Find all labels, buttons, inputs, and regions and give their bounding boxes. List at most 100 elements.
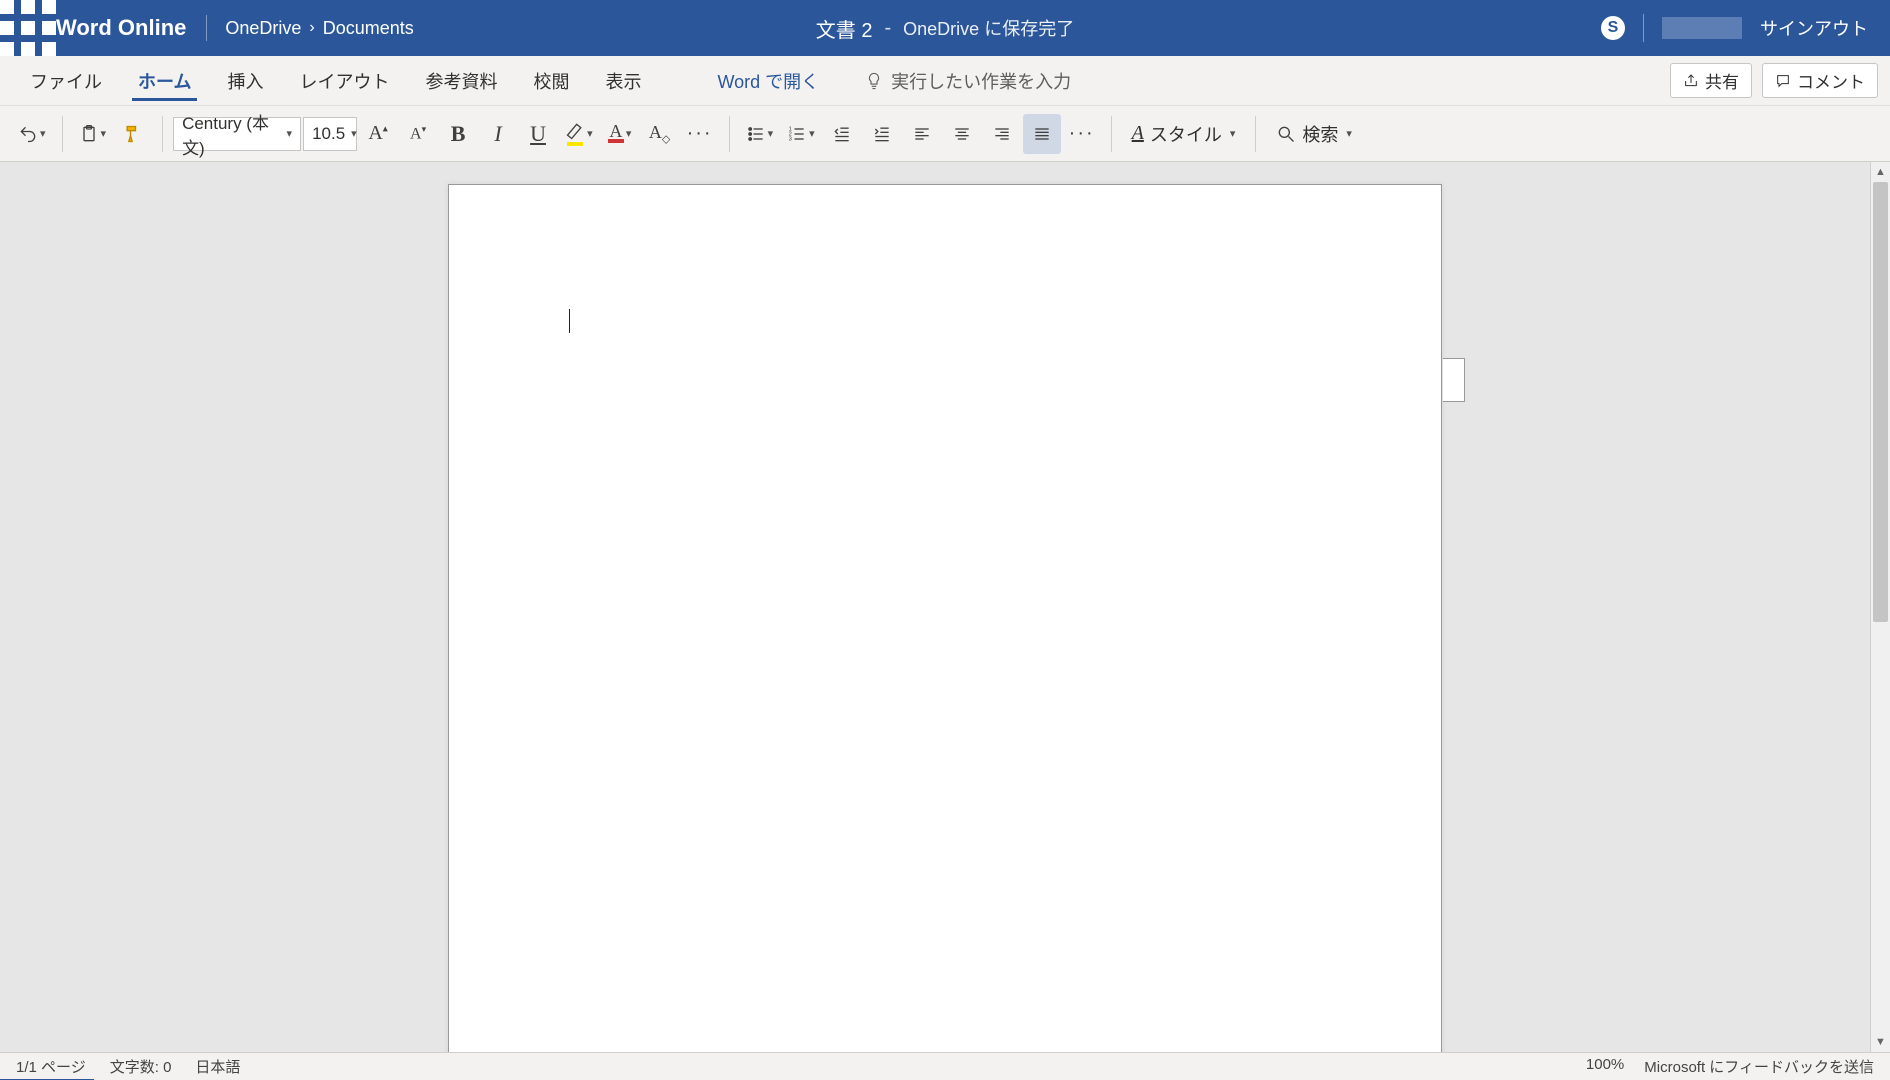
underline-button[interactable]: U (519, 114, 557, 154)
separator (729, 116, 730, 152)
font-name-select[interactable]: Century (本文) ▾ (173, 117, 301, 151)
separator (1111, 116, 1112, 152)
bullets-button[interactable]: ▾ (740, 114, 780, 154)
chevron-down-icon: ▾ (1346, 127, 1352, 140)
chevron-down-icon: ▾ (351, 127, 357, 140)
more-paragraph-button[interactable]: ··· (1063, 114, 1101, 154)
share-label: 共有 (1705, 68, 1739, 93)
tab-view[interactable]: 表示 (587, 56, 659, 106)
open-in-word[interactable]: Word で開く (699, 56, 837, 106)
feedback-link[interactable]: Microsoft にフィードバックを送信 (1644, 1056, 1874, 1077)
lightbulb-icon (865, 72, 883, 90)
numbering-button[interactable]: 123 ▾ (781, 114, 821, 154)
status-bar: 1/1 ページ 文字数: 0 日本語 100% Microsoft にフィードバ… (0, 1052, 1890, 1080)
scrollbar-thumb[interactable] (1873, 182, 1888, 622)
ellipsis-icon: ··· (1069, 122, 1095, 145)
separator (62, 116, 63, 152)
comment-icon (1775, 73, 1791, 89)
highlight-icon (565, 121, 585, 146)
ribbon-tabs: ファイル ホーム 挿入 レイアウト 参考資料 校閲 表示 Word で開く 実行… (0, 56, 1890, 106)
italic-icon: I (494, 121, 501, 147)
undo-button[interactable]: ▾ (12, 114, 52, 154)
separator (162, 116, 163, 152)
tell-me-search[interactable]: 実行したい作業を入力 (865, 68, 1071, 94)
align-left-button[interactable] (903, 114, 941, 154)
font-color-button[interactable]: A ▾ (601, 114, 639, 154)
tab-layout[interactable]: レイアウト (281, 56, 407, 106)
styles-button[interactable]: A スタイル ▾ (1122, 114, 1246, 154)
tab-file[interactable]: ファイル (12, 56, 120, 106)
save-status: OneDrive に保存完了 (903, 15, 1074, 41)
align-right-icon (992, 124, 1012, 144)
search-icon (1276, 124, 1296, 144)
italic-button[interactable]: I (479, 114, 517, 154)
scroll-up-icon[interactable]: ▲ (1871, 162, 1890, 182)
font-color-icon: A (608, 124, 624, 143)
bullet-list-icon (746, 124, 766, 144)
align-justify-button[interactable] (1023, 114, 1061, 154)
font-size-select[interactable]: 10.5 ▾ (303, 117, 357, 151)
skype-icon[interactable]: S (1601, 16, 1625, 40)
app-launcher-icon[interactable] (0, 0, 56, 56)
search-button[interactable]: 検索 ▾ (1266, 114, 1362, 154)
align-left-icon (912, 124, 932, 144)
bold-icon: B (451, 121, 466, 147)
comments-label: コメント (1797, 68, 1865, 93)
grow-font-icon: A▴ (368, 122, 387, 145)
zoom-level[interactable]: 100% (1586, 1056, 1624, 1077)
text-cursor (569, 309, 570, 333)
document-title[interactable]: 文書 2 (816, 14, 873, 43)
breadcrumb-root[interactable]: OneDrive (225, 18, 301, 39)
undo-icon (18, 124, 38, 144)
breadcrumb-folder[interactable]: Documents (323, 18, 414, 39)
comments-button[interactable]: コメント (1762, 63, 1878, 98)
format-painter-button[interactable] (114, 114, 152, 154)
align-right-button[interactable] (983, 114, 1021, 154)
chevron-down-icon: ▾ (287, 127, 293, 140)
styles-icon: A (1132, 122, 1144, 145)
tab-references[interactable]: 参考資料 (407, 56, 515, 106)
more-font-button[interactable]: ··· (681, 114, 719, 154)
share-button[interactable]: 共有 (1670, 63, 1752, 98)
format-painter-icon (123, 124, 143, 144)
vertical-scrollbar[interactable]: ▲ ▼ (1870, 162, 1890, 1052)
bold-button[interactable]: B (439, 114, 477, 154)
underline-icon: U (530, 121, 546, 147)
increase-indent-button[interactable] (863, 114, 901, 154)
decrease-indent-icon (832, 124, 852, 144)
document-canvas[interactable]: ▲ ▼ (0, 162, 1890, 1052)
clear-formatting-button[interactable]: A◇ (641, 114, 679, 154)
chevron-down-icon: ▾ (626, 127, 632, 140)
user-name-placeholder[interactable] (1662, 17, 1742, 39)
align-center-button[interactable] (943, 114, 981, 154)
grow-font-button[interactable]: A▴ (359, 114, 397, 154)
chevron-down-icon: ▾ (809, 127, 815, 140)
chevron-down-icon: ▾ (101, 127, 107, 140)
page-indicator[interactable]: 1/1 ページ (16, 1056, 86, 1077)
app-name[interactable]: Word Online (56, 15, 207, 41)
title-separator: - (884, 17, 891, 40)
page-side-tab[interactable] (1443, 358, 1465, 402)
document-page[interactable] (448, 184, 1442, 1052)
search-label: 検索 (1302, 121, 1338, 147)
tab-home[interactable]: ホーム (120, 56, 209, 106)
tab-review[interactable]: 校閲 (515, 56, 587, 106)
language-indicator[interactable]: 日本語 (195, 1056, 240, 1077)
sign-out-link[interactable]: サインアウト (1760, 15, 1868, 41)
numbered-list-icon: 123 (787, 124, 807, 144)
paste-button[interactable]: ▾ (73, 114, 113, 154)
scroll-down-icon[interactable]: ▼ (1871, 1032, 1890, 1052)
ribbon-toolbar: ▾ ▾ Century (本文) ▾ 10.5 ▾ A▴ A▾ B I U ▾ … (0, 106, 1890, 162)
tab-insert[interactable]: 挿入 (209, 56, 281, 106)
chevron-down-icon: ▾ (40, 127, 46, 140)
word-count[interactable]: 文字数: 0 (110, 1056, 172, 1077)
shrink-font-button[interactable]: A▾ (399, 114, 437, 154)
chevron-down-icon: ▾ (587, 127, 593, 140)
share-icon (1683, 73, 1699, 89)
decrease-indent-button[interactable] (823, 114, 861, 154)
highlight-color-button[interactable]: ▾ (559, 114, 599, 154)
chevron-right-icon: › (309, 19, 314, 37)
document-title-area: 文書 2 - OneDrive に保存完了 (816, 14, 1074, 43)
clipboard-icon (79, 124, 99, 144)
breadcrumb: OneDrive › Documents (225, 18, 413, 39)
